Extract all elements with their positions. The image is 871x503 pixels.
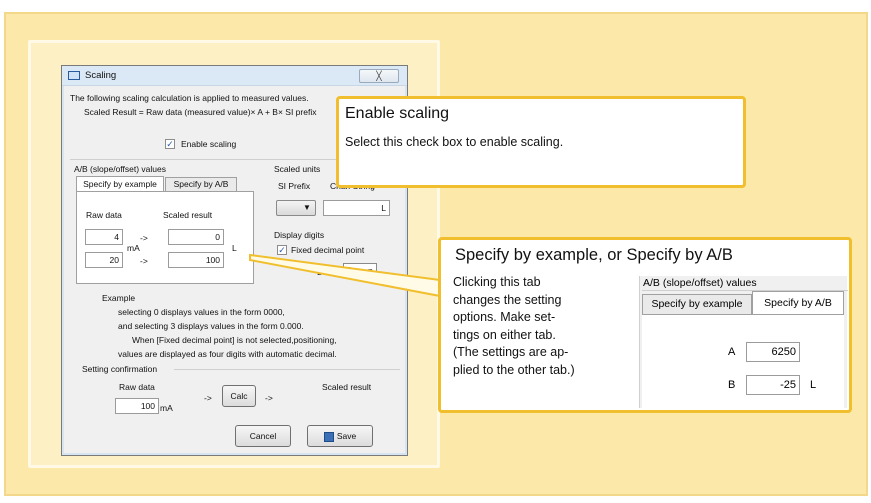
callout-line: Clicking this tab [453,275,541,289]
b-label: B [728,379,736,391]
callout-enable-scaling: Enable scaling Select this check box to … [336,96,746,188]
pointer-specify [249,253,441,298]
inset-group-label: A/B (slope/offset) values [643,277,757,289]
a-label: A [728,346,736,358]
inset-tab-specify-by-ab[interactable]: Specify by A/B [752,291,844,315]
callout-body: Select this check box to enable scaling. [345,135,564,149]
callout-title: Specify by example, or Specify by A/B [455,246,733,264]
callout-body: Clicking this tab changes the setting op… [453,274,575,379]
b-unit: L [810,379,817,391]
inset-tab-specify-by-example[interactable]: Specify by example [642,294,752,315]
callout-line: plied to the other tab.) [453,362,575,377]
callout-line: changes the setting [453,292,562,307]
callout-line: options. Make set- [453,310,556,324]
callout-line: (The settings are ap- [453,345,569,359]
b-input[interactable]: -25 [746,375,800,395]
callout-title: Enable scaling [345,105,450,122]
a-input[interactable]: 6250 [746,342,800,362]
callout-specify: Specify by example, or Specify by A/B Cl… [438,237,852,413]
callout-line: tings on either tab. [453,327,556,342]
inset-tab-panel [642,314,844,408]
inset-panel: A/B (slope/offset) values Specify by exa… [639,276,848,408]
